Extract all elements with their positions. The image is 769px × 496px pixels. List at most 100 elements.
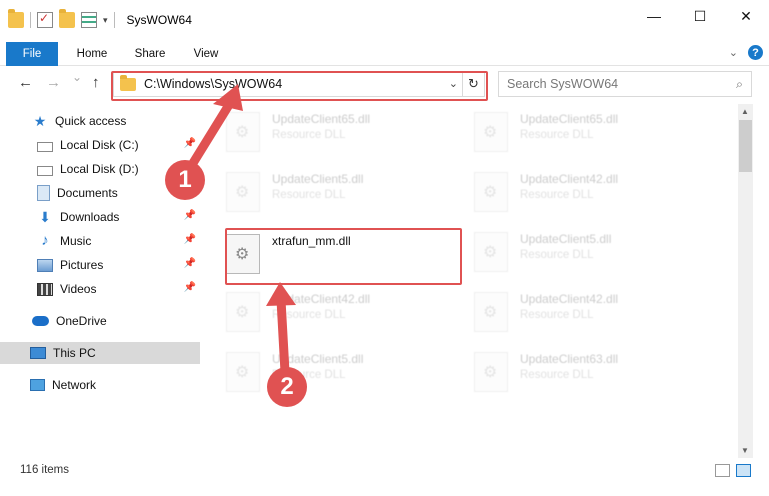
file-name: UpdateClient5.dll xyxy=(272,352,364,366)
file-item[interactable]: UpdateClient5.dllResource DLL xyxy=(204,344,436,400)
dll-file-icon xyxy=(474,232,508,272)
pictures-icon xyxy=(37,258,53,272)
nav-item-label: Quick access xyxy=(55,114,127,128)
back-button[interactable]: ← xyxy=(18,74,33,91)
file-type: Resource DLL xyxy=(520,369,594,381)
network-icon xyxy=(30,379,45,391)
dll-file-icon xyxy=(226,172,260,212)
pin-icon[interactable]: 📌 xyxy=(184,234,196,245)
status-bar: 116 items xyxy=(0,458,769,496)
file-item[interactable]: UpdateClient65.dll Resource DLL xyxy=(204,104,436,160)
nav-item-label: Local Disk (D:) xyxy=(60,162,139,176)
scrollbar-thumb[interactable] xyxy=(739,120,752,172)
pc-icon xyxy=(30,347,46,359)
dll-file-icon xyxy=(474,352,508,392)
documents-icon xyxy=(37,185,50,201)
nav-item-music[interactable]: ♪ Music 📌 xyxy=(0,230,200,252)
close-button[interactable]: ✕ xyxy=(723,0,769,32)
star-icon: ★ xyxy=(33,113,47,129)
file-type: Resource DLL xyxy=(520,309,594,321)
nav-item-label: OneDrive xyxy=(56,314,107,328)
search-placeholder: Search SysWOW64 xyxy=(507,77,619,91)
address-highlight-box xyxy=(111,71,488,101)
file-item[interactable]: UpdateClient63.dll Resource DLL xyxy=(452,344,684,400)
recent-locations-button[interactable]: ⌄ xyxy=(72,70,82,84)
nav-item-local-disk-c[interactable]: Local Disk (C:) 📌 xyxy=(0,134,200,156)
nav-item-pictures[interactable]: Pictures 📌 xyxy=(0,254,200,276)
search-icon: ⌕ xyxy=(735,76,743,91)
file-name: UpdateClient5.dll xyxy=(272,172,364,186)
nav-item-label: This PC xyxy=(53,346,96,360)
help-button[interactable]: ? xyxy=(748,45,763,60)
maximize-button[interactable]: ☐ xyxy=(677,0,723,32)
forward-button[interactable]: → xyxy=(46,74,61,91)
tab-share[interactable]: Share xyxy=(124,42,176,66)
file-highlight-box xyxy=(225,228,462,285)
file-item[interactable]: UpdateClient5.dll Resource DLL xyxy=(204,164,436,220)
pin-icon[interactable]: 📌 xyxy=(184,210,196,221)
nav-item-videos[interactable]: Videos 📌 xyxy=(0,278,200,300)
details-view-icon[interactable] xyxy=(715,464,730,477)
file-name: UpdateClient65.dll xyxy=(272,112,371,126)
dll-file-icon xyxy=(226,292,260,332)
large-icons-view-icon[interactable] xyxy=(736,464,751,477)
ribbon-right: ⌄ ? xyxy=(729,45,763,60)
file-type: Resource DLL xyxy=(272,129,346,141)
scroll-up-icon[interactable]: ▲ xyxy=(741,107,749,116)
dll-file-icon xyxy=(226,352,260,392)
properties-check-icon[interactable] xyxy=(37,11,53,28)
minimize-button[interactable]: — xyxy=(631,0,677,32)
file-name: UpdateClient5.dll xyxy=(520,232,612,246)
quick-access-toolbar: ▾ xyxy=(0,9,115,28)
file-type: Resource DLL xyxy=(520,249,594,261)
file-name: UpdateClient42.dll xyxy=(520,292,619,306)
nav-item-label: Downloads xyxy=(60,210,120,224)
scroll-down-icon[interactable]: ▼ xyxy=(741,446,749,455)
file-name: UpdateClient65.dll xyxy=(520,112,619,126)
nav-item-network[interactable]: Network xyxy=(0,374,200,396)
search-input[interactable]: Search SysWOW64 ⌕ xyxy=(498,71,752,97)
tab-home[interactable]: Home xyxy=(66,42,118,66)
nav-item-label: Local Disk (C:) xyxy=(60,138,139,152)
vertical-scrollbar[interactable]: ▲ ▼ xyxy=(738,104,753,458)
dll-file-icon xyxy=(474,112,508,152)
file-name: UpdateClient63.dll xyxy=(520,352,619,366)
file-item[interactable]: UpdateClient65.dll Resource DLL xyxy=(452,104,684,160)
chevron-down-icon[interactable]: ⌄ xyxy=(729,46,738,59)
view-switcher xyxy=(715,464,751,477)
ribbon-tabs: File Home Share View ⌄ ? xyxy=(0,40,769,66)
file-item[interactable]: UpdateClient42.dll Resource DLL xyxy=(452,284,684,340)
nav-item-downloads[interactable]: ⬇ Downloads 📌 xyxy=(0,206,200,228)
navigation-pane: ★ Quick access Local Disk (C:) 📌 Local D… xyxy=(0,104,204,458)
nav-item-onedrive[interactable]: OneDrive xyxy=(0,310,200,332)
video-icon xyxy=(37,282,53,296)
file-type: Resource DLL xyxy=(520,129,594,141)
disk-icon xyxy=(37,165,53,176)
window-controls: — ☐ ✕ xyxy=(631,0,769,32)
tab-view[interactable]: View xyxy=(180,42,232,66)
pin-icon[interactable]: 📌 xyxy=(184,258,196,269)
step-badge-2: 2 xyxy=(267,367,307,407)
nav-item-label: Videos xyxy=(60,282,97,296)
tab-file[interactable]: File xyxy=(6,42,58,66)
new-folder-icon[interactable] xyxy=(59,9,75,28)
file-item[interactable]: UpdateClient42.dll Resource DLL xyxy=(204,284,436,340)
item-count: 116 items xyxy=(20,464,70,476)
customize-toolbar-chevron-icon[interactable]: ▾ xyxy=(103,15,108,26)
properties-icon[interactable] xyxy=(81,12,97,28)
nav-item-quick-access[interactable]: ★ Quick access xyxy=(0,110,200,132)
file-type: Resource DLL xyxy=(520,189,594,201)
disk-icon xyxy=(37,141,53,152)
nav-item-this-pc[interactable]: This PC xyxy=(0,342,200,364)
pin-icon[interactable]: 📌 xyxy=(184,282,196,293)
up-button[interactable]: ↑ xyxy=(92,74,100,91)
dll-file-icon xyxy=(474,172,508,212)
file-type: Resource DLL xyxy=(272,189,346,201)
music-icon: ♪ xyxy=(41,232,49,249)
pin-icon[interactable]: 📌 xyxy=(184,138,196,149)
nav-item-label: Documents xyxy=(57,186,118,200)
file-item[interactable]: UpdateClient5.dll Resource DLL xyxy=(452,224,684,280)
nav-item-label: Pictures xyxy=(60,258,104,272)
dll-file-icon xyxy=(226,112,260,152)
file-item[interactable]: UpdateClient42.dll Resource DLL xyxy=(452,164,684,220)
